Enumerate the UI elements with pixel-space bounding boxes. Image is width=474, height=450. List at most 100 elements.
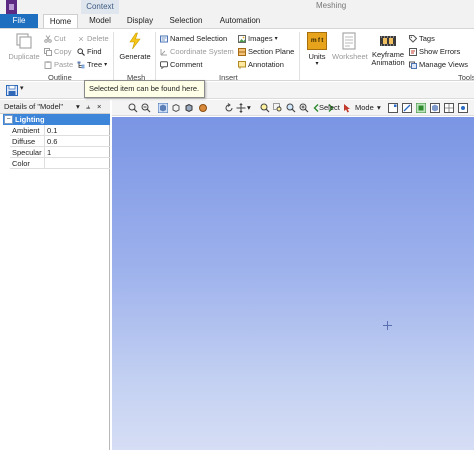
worksheet-label: Worksheet xyxy=(332,52,368,61)
box-zoom-icon[interactable] xyxy=(273,103,283,113)
property-value[interactable]: 0.1 xyxy=(44,125,110,136)
property-row-color[interactable]: Color xyxy=(10,158,110,169)
coordinate-system-button[interactable]: Coordinate System xyxy=(160,47,234,56)
save-icon[interactable] xyxy=(6,85,18,96)
copy-button[interactable]: Copy xyxy=(44,47,72,56)
property-row-specular[interactable]: Specular 1 xyxy=(10,147,110,158)
duplicate-icon xyxy=(16,33,32,49)
collapse-toggle-icon[interactable]: − xyxy=(4,115,13,124)
tree-dropdown-button[interactable]: Tree ▾ xyxy=(77,60,107,69)
chevron-down-icon[interactable]: ▾ xyxy=(247,103,251,112)
mode-label[interactable]: Mode xyxy=(355,103,374,112)
coordinate-system-icon xyxy=(160,48,167,55)
annotation-icon xyxy=(238,60,246,69)
property-value[interactable]: 1 xyxy=(44,147,110,158)
chevron-down-icon: ▾ xyxy=(315,61,319,67)
property-value[interactable] xyxy=(44,158,110,169)
pin-icon[interactable]: ⫨ xyxy=(86,102,90,112)
tab-selection[interactable]: Selection xyxy=(168,14,204,28)
generate-button[interactable]: Generate xyxy=(117,32,153,61)
property-name: Ambient xyxy=(12,126,40,135)
tab-home[interactable]: Home xyxy=(43,14,78,28)
annotation-label: Annotation xyxy=(248,60,284,69)
property-value[interactable]: 0.6 xyxy=(44,136,110,147)
section-plane-button[interactable]: Section Plane xyxy=(238,47,294,56)
lighting-section-label: Lighting xyxy=(15,115,45,124)
clipboard-icon xyxy=(44,60,52,69)
iso-view-icon[interactable] xyxy=(158,103,168,113)
ribbon-separator xyxy=(155,32,156,80)
details-title: Details of "Model" xyxy=(4,102,64,111)
select-body-icon[interactable] xyxy=(430,103,440,113)
manage-views-button[interactable]: Manage Views xyxy=(409,60,468,69)
delete-button[interactable]: × Delete xyxy=(77,34,109,43)
select-label[interactable]: Select xyxy=(319,103,340,112)
zoom-in-icon[interactable] xyxy=(128,103,138,113)
ribbon-tab-bar: File Home Model Display Selection Automa… xyxy=(0,14,474,28)
edges-icon[interactable] xyxy=(184,103,194,113)
duplicate-button[interactable]: Duplicate xyxy=(7,32,41,61)
paste-button[interactable]: Paste xyxy=(44,60,73,69)
graphics-toolbar: ▾ Select Mode ▾ xyxy=(112,100,474,116)
named-selection-icon xyxy=(160,35,168,42)
graphics-viewport[interactable] xyxy=(112,117,474,450)
annotation-button[interactable]: Annotation xyxy=(238,60,284,69)
property-row-ambient[interactable]: Ambient 0.1 xyxy=(10,125,110,136)
zoom-out-icon[interactable] xyxy=(141,103,151,113)
context-tab-label[interactable]: Context xyxy=(81,0,119,14)
cut-label: Cut xyxy=(54,34,66,43)
tree-tooltip: Selected item can be found here. xyxy=(84,80,205,98)
tab-automation[interactable]: Automation xyxy=(218,14,262,28)
tab-model[interactable]: Model xyxy=(87,14,113,28)
find-button[interactable]: Find xyxy=(77,47,102,56)
outline-group-label: Outline xyxy=(48,73,72,82)
close-icon[interactable]: × xyxy=(97,102,101,111)
property-row-diffuse[interactable]: Diffuse 0.6 xyxy=(10,136,110,147)
shading-icon[interactable] xyxy=(198,103,208,113)
zoom-to-fit-icon[interactable] xyxy=(286,103,296,113)
keyframe-animation-button[interactable]: Keyframe Animation xyxy=(369,32,407,67)
named-selection-label: Named Selection xyxy=(170,34,228,43)
select-node-icon[interactable] xyxy=(458,103,468,113)
tags-label: Tags xyxy=(419,34,435,43)
tab-file[interactable]: File xyxy=(0,14,38,28)
comment-button[interactable]: Comment xyxy=(160,60,203,69)
tags-button[interactable]: Tags xyxy=(409,34,435,43)
magnifier-icon[interactable] xyxy=(299,103,309,113)
rotate-icon[interactable] xyxy=(224,103,234,113)
chevron-down-icon[interactable]: ▾ xyxy=(377,103,381,112)
copy-label: Copy xyxy=(54,47,72,56)
worksheet-button[interactable]: Worksheet xyxy=(332,32,368,61)
title-bar: Context Meshing xyxy=(0,0,474,14)
manage-views-label: Manage Views xyxy=(419,60,469,69)
app-icon[interactable] xyxy=(6,0,17,14)
delete-label: Delete xyxy=(87,34,109,43)
coordinate-system-label: Coordinate System xyxy=(170,47,234,56)
chevron-down-icon[interactable]: ▾ xyxy=(20,84,24,92)
units-dropdown-button[interactable]: m f t Units ▾ xyxy=(304,32,330,67)
search-icon xyxy=(77,47,85,56)
select-mode-icon[interactable] xyxy=(343,103,353,113)
chevron-down-icon[interactable]: ▾ xyxy=(76,102,80,111)
ribbon-separator xyxy=(299,32,300,80)
show-errors-label: Show Errors xyxy=(419,47,461,56)
lightning-bolt-icon xyxy=(129,32,141,50)
image-icon xyxy=(238,34,246,43)
show-errors-button[interactable]: Show Errors xyxy=(409,47,460,56)
named-selection-button[interactable]: Named Selection xyxy=(160,34,227,43)
tab-display[interactable]: Display xyxy=(126,14,154,28)
chevron-down-icon: ▾ xyxy=(104,62,108,68)
quick-toolbar: ▾ xyxy=(0,82,474,99)
pan-icon[interactable] xyxy=(236,103,246,113)
wireframe-icon[interactable] xyxy=(171,103,181,113)
select-edge-icon[interactable] xyxy=(402,103,412,113)
lighting-section-header[interactable]: − Lighting xyxy=(3,114,110,125)
zoom-icon[interactable] xyxy=(260,103,270,113)
images-dropdown-button[interactable]: Images ▾ xyxy=(238,34,278,43)
cut-button[interactable]: Cut xyxy=(44,34,66,43)
comment-label: Comment xyxy=(170,60,203,69)
select-vertex-icon[interactable] xyxy=(388,103,398,113)
select-face-icon[interactable] xyxy=(416,103,426,113)
select-element-icon[interactable] xyxy=(444,103,454,113)
units-icon: m f t xyxy=(307,32,327,50)
